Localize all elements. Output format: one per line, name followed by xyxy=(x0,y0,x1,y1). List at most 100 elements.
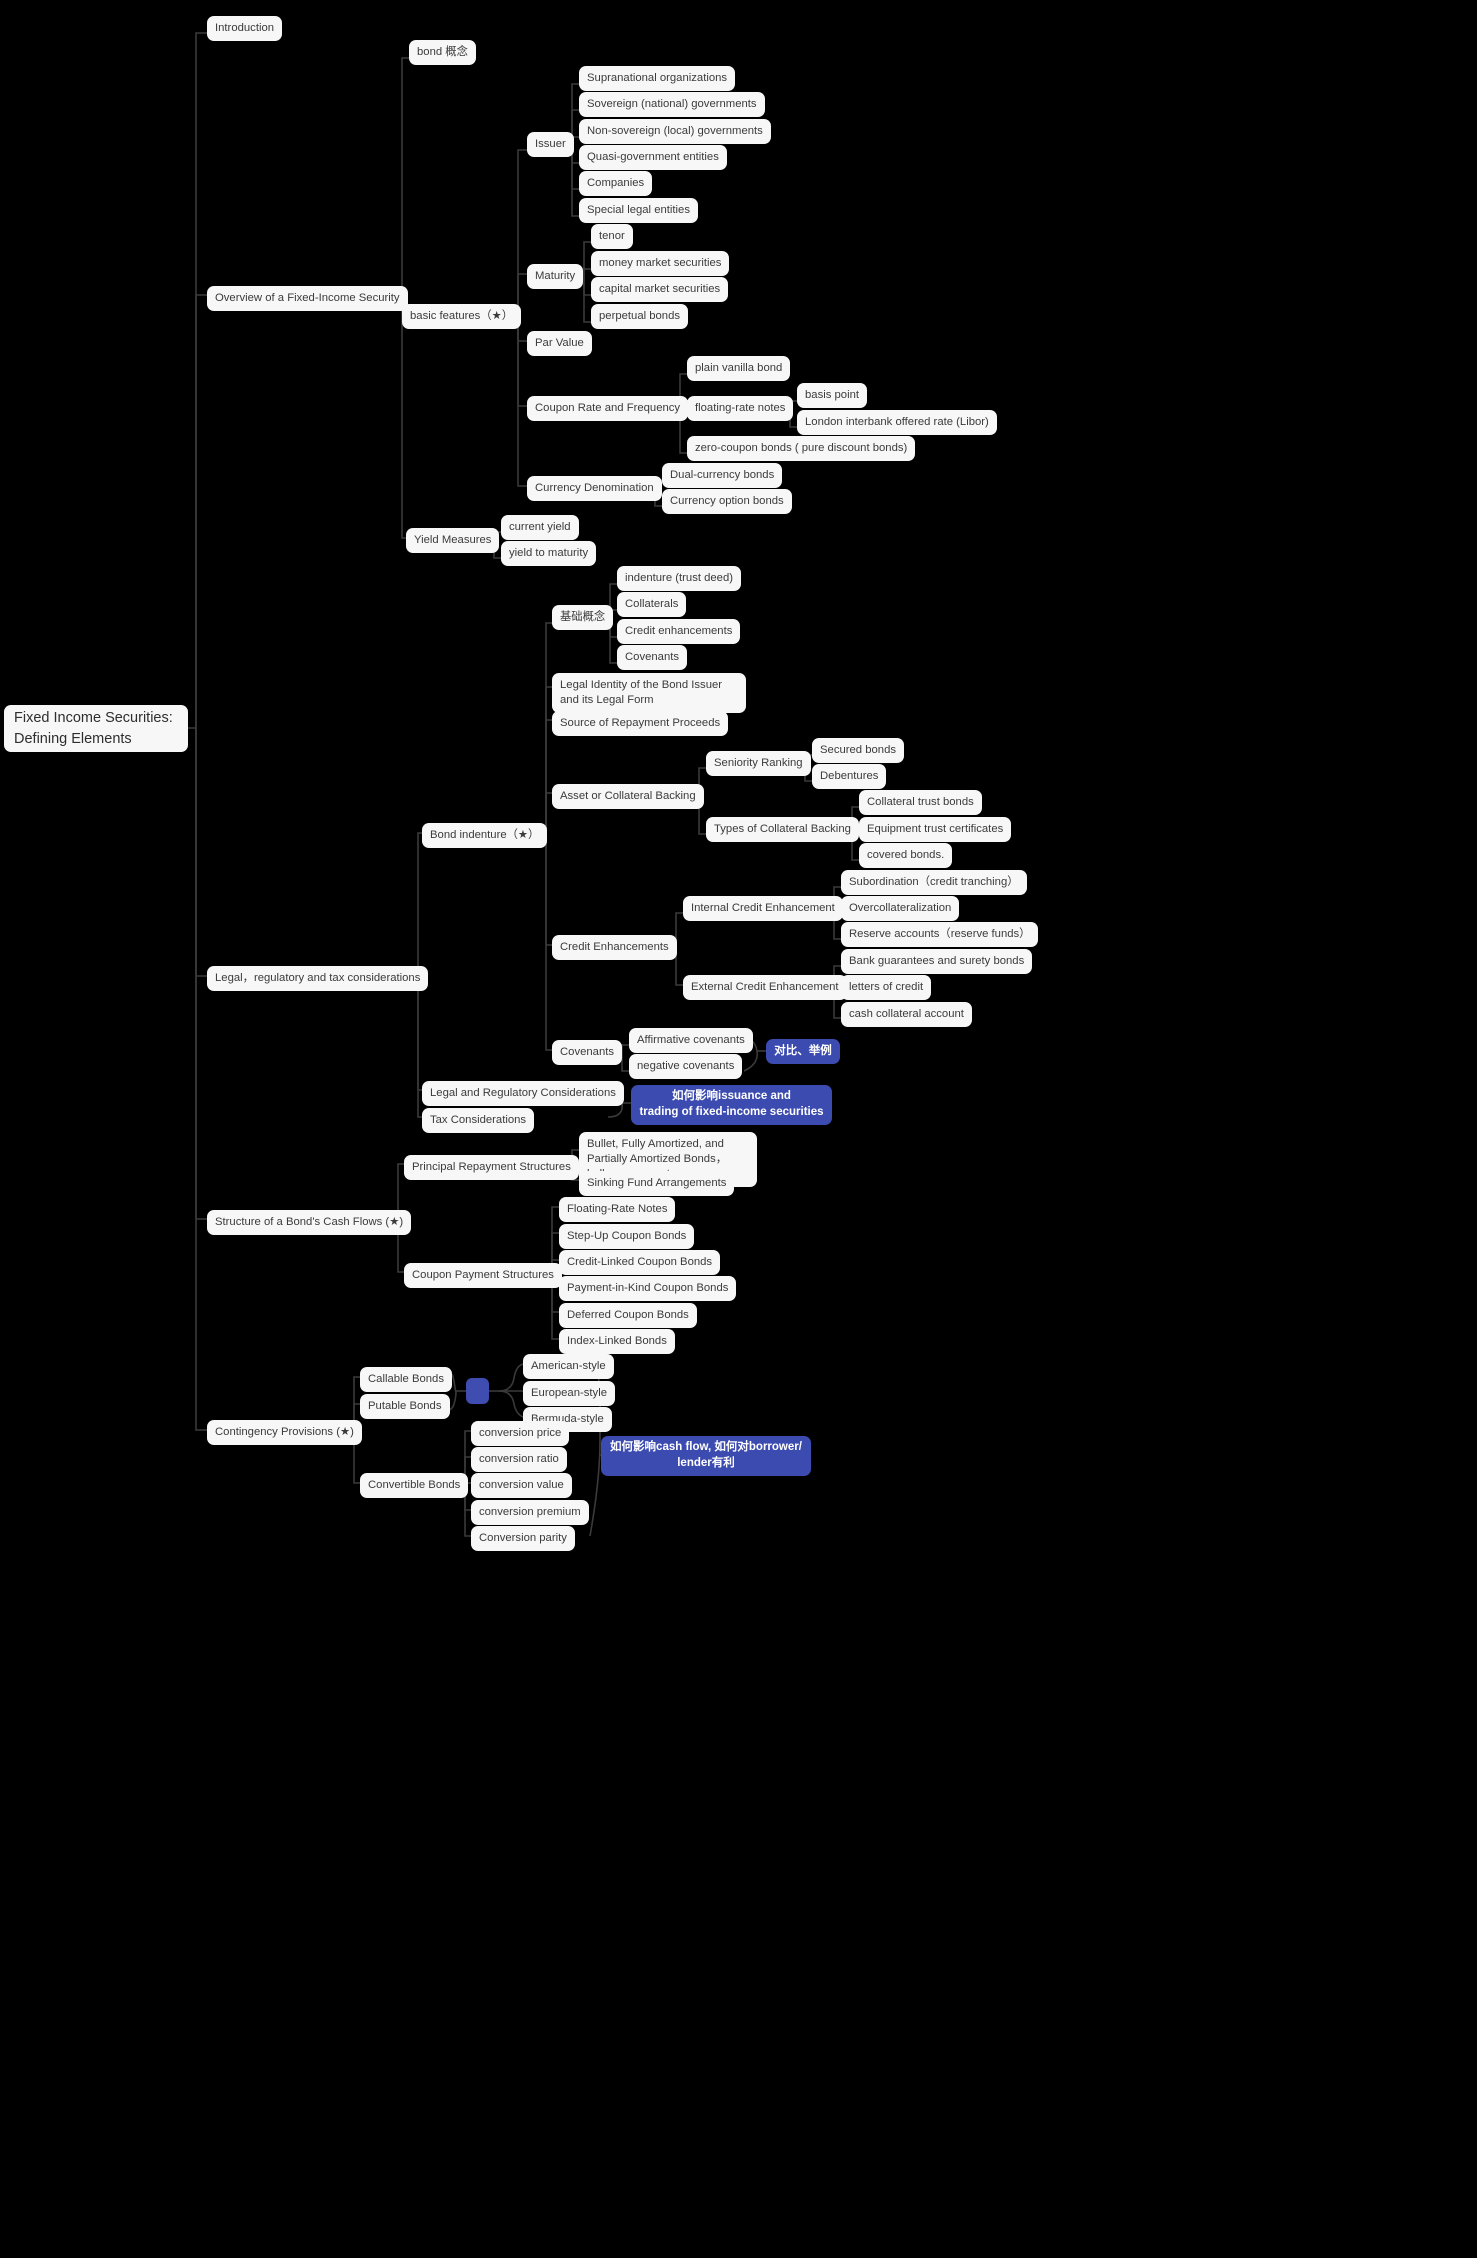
node-coupon-structure-child[interactable]: Floating-Rate Notes xyxy=(559,1197,676,1222)
node-bond-concept[interactable]: bond 概念 xyxy=(409,40,476,65)
node-issuer-child[interactable]: Non-sovereign (local) governments xyxy=(579,119,771,144)
node-external-ce-child[interactable]: cash collateral account xyxy=(841,1002,972,1027)
node-external-credit-enhancement[interactable]: External Credit Enhancement xyxy=(683,975,847,1000)
node-legal-regulatory[interactable]: Legal and Regulatory Considerations xyxy=(422,1081,624,1106)
node-coupon-structure-child[interactable]: Index-Linked Bonds xyxy=(559,1329,675,1354)
node-basic-concepts-child[interactable]: Covenants xyxy=(617,645,688,670)
note-contingency-impact[interactable]: 如何影响cash flow, 如何对borrower/ lender有利 xyxy=(601,1436,811,1476)
node-maturity-child[interactable]: money market securities xyxy=(591,251,730,276)
node-basis-point[interactable]: basis point xyxy=(797,383,868,408)
node-basic-concepts[interactable]: 基础概念 xyxy=(552,605,614,630)
node-label: Affirmative covenants xyxy=(637,1034,745,1046)
node-basic-concepts-child[interactable]: indenture (trust deed) xyxy=(617,566,742,591)
node-maturity[interactable]: Maturity xyxy=(527,264,584,289)
node-internal-ce-child[interactable]: Overcollateralization xyxy=(841,896,960,921)
node-label: plain vanilla bond xyxy=(695,362,783,374)
node-credit-enhancements[interactable]: Credit Enhancements xyxy=(552,935,677,960)
node-coupon-structure-child[interactable]: Payment-in-Kind Coupon Bonds xyxy=(559,1276,737,1301)
node-collateral-type-child[interactable]: Collateral trust bonds xyxy=(859,790,982,815)
node-label: Sinking Fund Arrangements xyxy=(587,1177,727,1189)
node-types-collateral-backing[interactable]: Types of Collateral Backing xyxy=(706,817,859,842)
node-issuer[interactable]: Issuer xyxy=(527,132,574,157)
branch-cashflows[interactable]: Structure of a Bond's Cash Flows (★) xyxy=(207,1210,412,1235)
node-issuer-child[interactable]: Sovereign (national) governments xyxy=(579,92,765,117)
node-source-repayment[interactable]: Source of Repayment Proceeds xyxy=(552,711,729,736)
node-coupon-structure-child[interactable]: Step-Up Coupon Bonds xyxy=(559,1224,695,1249)
node-current-yield[interactable]: current yield xyxy=(501,515,579,540)
option-style-group-chip[interactable] xyxy=(466,1378,489,1404)
note-covenants-compare[interactable]: 对比、举例 xyxy=(766,1039,840,1064)
node-principal-repayment[interactable]: Principal Repayment Structures xyxy=(404,1155,579,1180)
node-covenants[interactable]: Covenants xyxy=(552,1040,623,1065)
node-issuer-child[interactable]: Companies xyxy=(579,171,653,196)
node-maturity-child[interactable]: capital market securities xyxy=(591,277,729,302)
node-par-value[interactable]: Par Value xyxy=(527,331,592,356)
node-option-style[interactable]: American-style xyxy=(523,1354,614,1379)
node-floating-rate-notes[interactable]: floating-rate notes xyxy=(687,396,794,421)
node-basic-concepts-child[interactable]: Collaterals xyxy=(617,592,687,617)
node-covenants-child[interactable]: negative covenants xyxy=(629,1054,743,1079)
node-label: letters of credit xyxy=(849,981,924,993)
node-legal-identity[interactable]: Legal Identity of the Bond Issuer and it… xyxy=(552,673,746,713)
note-legal-tax-impact[interactable]: 如何影响issuance and trading of fixed-income… xyxy=(631,1085,832,1125)
node-putable-bonds[interactable]: Putable Bonds xyxy=(360,1394,450,1419)
node-basic-concepts-child[interactable]: Credit enhancements xyxy=(617,619,741,644)
node-issuer-child[interactable]: Special legal entities xyxy=(579,198,698,223)
node-external-ce-child[interactable]: Bank guarantees and surety bonds xyxy=(841,949,1033,974)
node-seniority-child[interactable]: Secured bonds xyxy=(812,738,904,763)
node-coupon-rate[interactable]: Coupon Rate and Frequency xyxy=(527,396,689,421)
node-coupon-child[interactable]: zero-coupon bonds ( pure discount bonds) xyxy=(687,436,916,461)
node-label: Collaterals xyxy=(625,598,679,610)
node-coupon-structure-child[interactable]: Deferred Coupon Bonds xyxy=(559,1303,697,1328)
branch-overview[interactable]: Overview of a Fixed-Income Security xyxy=(207,286,408,311)
node-convertible-bonds[interactable]: Convertible Bonds xyxy=(360,1473,469,1498)
node-label: Covenants xyxy=(560,1046,615,1058)
root-node[interactable]: Fixed Income Securities: Defining Elemen… xyxy=(4,705,188,752)
node-currency-child[interactable]: Currency option bonds xyxy=(662,489,792,514)
node-covenants-child[interactable]: Affirmative covenants xyxy=(629,1028,753,1053)
node-label: yield to maturity xyxy=(509,547,589,559)
branch-introduction[interactable]: Introduction xyxy=(207,16,283,41)
node-seniority-ranking[interactable]: Seniority Ranking xyxy=(706,751,811,776)
node-currency-denomination[interactable]: Currency Denomination xyxy=(527,476,662,501)
node-convertible-term[interactable]: Conversion parity xyxy=(471,1526,575,1551)
branch-contingency[interactable]: Contingency Provisions (★) xyxy=(207,1420,362,1445)
node-convertible-term[interactable]: conversion premium xyxy=(471,1500,589,1525)
node-callable-bonds[interactable]: Callable Bonds xyxy=(360,1367,452,1392)
node-maturity-child[interactable]: perpetual bonds xyxy=(591,304,689,329)
node-internal-ce-child[interactable]: Reserve accounts（reserve funds） xyxy=(841,922,1039,947)
node-yield-measures[interactable]: Yield Measures xyxy=(406,528,500,553)
node-basic-features[interactable]: basic features（★） xyxy=(402,304,522,329)
node-yield-to-maturity[interactable]: yield to maturity xyxy=(501,541,597,566)
node-tax-considerations[interactable]: Tax Considerations xyxy=(422,1108,535,1133)
node-coupon-payment-structures[interactable]: Coupon Payment Structures xyxy=(404,1263,562,1288)
node-asset-collateral-backing[interactable]: Asset or Collateral Backing xyxy=(552,784,704,809)
node-internal-credit-enhancement[interactable]: Internal Credit Enhancement xyxy=(683,896,843,921)
node-collateral-type-child[interactable]: Equipment trust certificates xyxy=(859,817,1012,842)
branch-legal[interactable]: Legal，regulatory and tax considerations xyxy=(207,966,429,991)
node-label: zero-coupon bonds ( pure discount bonds) xyxy=(695,442,908,454)
node-label: Companies xyxy=(587,177,645,189)
node-coupon-child[interactable]: plain vanilla bond xyxy=(687,356,791,381)
node-issuer-child[interactable]: Quasi-government entities xyxy=(579,145,727,170)
branch-contingency-label: Contingency Provisions (★) xyxy=(215,1426,354,1438)
node-convertible-term[interactable]: conversion price xyxy=(471,1421,570,1446)
node-convertible-term[interactable]: conversion value xyxy=(471,1473,572,1498)
node-convertible-term[interactable]: conversion ratio xyxy=(471,1447,567,1472)
node-maturity-child[interactable]: tenor xyxy=(591,224,633,249)
node-external-ce-child[interactable]: letters of credit xyxy=(841,975,932,1000)
node-label: Supranational organizations xyxy=(587,72,728,84)
node-internal-ce-child[interactable]: Subordination（credit tranching） xyxy=(841,870,1027,895)
node-currency-child[interactable]: Dual-currency bonds xyxy=(662,463,783,488)
node-coupon-structure-child[interactable]: Credit-Linked Coupon Bonds xyxy=(559,1250,721,1275)
node-label: Debentures xyxy=(820,770,879,782)
node-libor[interactable]: London interbank offered rate (Libor) xyxy=(797,410,997,435)
node-principal-child[interactable]: Sinking Fund Arrangements xyxy=(579,1171,735,1196)
node-label: American-style xyxy=(531,1360,606,1372)
node-issuer-child[interactable]: Supranational organizations xyxy=(579,66,736,91)
node-seniority-child[interactable]: Debentures xyxy=(812,764,887,789)
node-option-style[interactable]: European-style xyxy=(523,1381,615,1406)
node-bond-indenture[interactable]: Bond indenture（★） xyxy=(422,823,548,848)
node-label: Special legal entities xyxy=(587,204,690,216)
node-collateral-type-child[interactable]: covered bonds. xyxy=(859,843,953,868)
